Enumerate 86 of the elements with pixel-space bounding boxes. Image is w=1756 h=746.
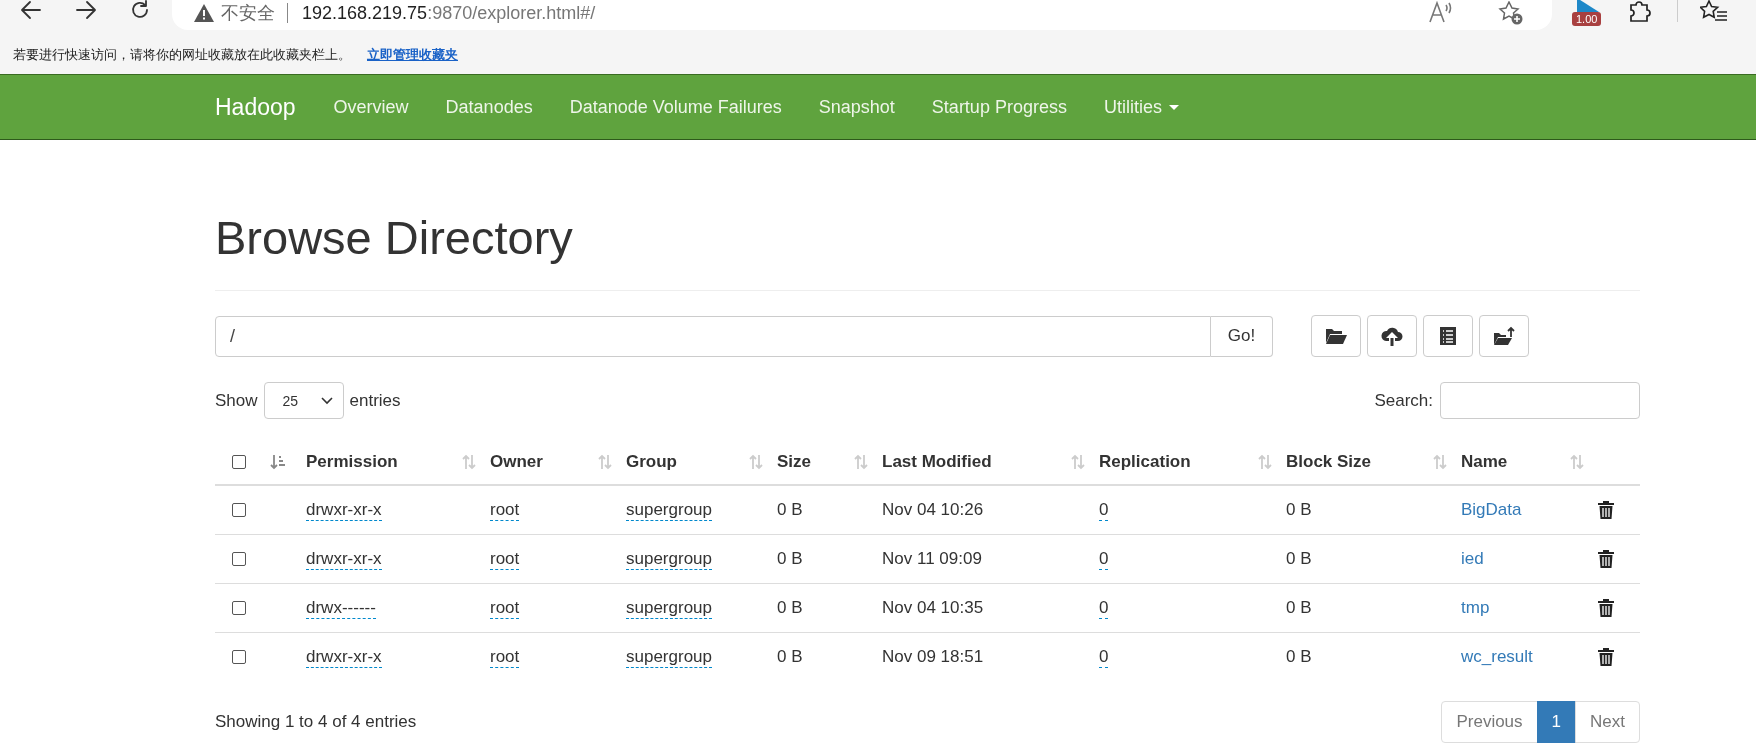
list-button[interactable] bbox=[1423, 315, 1473, 357]
search-field[interactable] bbox=[1440, 382, 1640, 419]
name-link[interactable]: ied bbox=[1461, 549, 1484, 569]
page-button[interactable]: 1 bbox=[1536, 701, 1577, 743]
go-button[interactable]: Go! bbox=[1211, 315, 1273, 357]
next-button[interactable]: Next bbox=[1575, 701, 1640, 743]
checkbox[interactable] bbox=[232, 503, 246, 517]
replication-value[interactable]: 0 bbox=[1099, 597, 1109, 619]
group-value[interactable]: supergroup bbox=[626, 597, 712, 619]
table-cell: 0 B bbox=[1286, 647, 1312, 667]
bookmarks-hint: 若要进行快速访问，请将你的网址收藏放在此收藏夹栏上。 bbox=[13, 46, 351, 64]
reload-icon[interactable] bbox=[130, 0, 150, 20]
trash-icon[interactable] bbox=[1598, 550, 1614, 568]
trash-icon[interactable] bbox=[1598, 599, 1614, 617]
extension-button[interactable]: 1.00 bbox=[1572, 0, 1602, 26]
security-label: 不安全 bbox=[221, 3, 288, 23]
extension-badge: 1.00 bbox=[1572, 12, 1602, 26]
owner-value[interactable]: root bbox=[490, 646, 520, 668]
trash-icon[interactable] bbox=[1598, 501, 1614, 519]
show-label: Show bbox=[215, 390, 258, 411]
column-header[interactable]: Block Size bbox=[1286, 451, 1372, 472]
cloud-upload-icon bbox=[1381, 326, 1403, 346]
group-value[interactable]: supergroup bbox=[626, 646, 712, 668]
replication-value[interactable]: 0 bbox=[1099, 499, 1109, 521]
url-text: 192.168.219.75:9870/explorer.html#/ bbox=[302, 2, 596, 24]
owner-value[interactable]: root bbox=[490, 548, 520, 570]
table-cell: 0 B bbox=[777, 598, 803, 618]
favorites-icon[interactable] bbox=[1700, 0, 1729, 22]
table-cell: Nov 09 18:51 bbox=[882, 647, 984, 667]
table-cell: 0 B bbox=[1286, 549, 1312, 569]
replication-value[interactable]: 0 bbox=[1099, 548, 1109, 570]
table-cell: Nov 04 10:26 bbox=[882, 500, 984, 520]
page-title: Browse Directory bbox=[215, 210, 574, 266]
checkbox[interactable] bbox=[232, 454, 246, 469]
path-field[interactable]: / bbox=[215, 315, 1211, 357]
group-value[interactable]: supergroup bbox=[626, 499, 712, 521]
warning-icon bbox=[194, 4, 214, 22]
entries-info: Showing 1 to 4 of 4 entries bbox=[215, 712, 417, 732]
checkbox[interactable] bbox=[232, 650, 246, 664]
table-cell: 0 B bbox=[777, 647, 803, 667]
name-link[interactable]: wc_result bbox=[1461, 647, 1533, 667]
permission-value[interactable]: drwx------ bbox=[306, 597, 376, 619]
table-cell: Nov 04 10:35 bbox=[882, 598, 984, 618]
name-link[interactable]: BigData bbox=[1461, 500, 1522, 520]
folder-open-icon bbox=[1325, 326, 1347, 346]
table-cell: 0 B bbox=[1286, 500, 1312, 520]
move-button[interactable] bbox=[1479, 315, 1529, 357]
column-header[interactable]: Size bbox=[777, 451, 812, 472]
puzzle-icon[interactable] bbox=[1627, 0, 1652, 22]
owner-value[interactable]: root bbox=[490, 597, 520, 619]
folder-arrow-icon bbox=[1493, 326, 1515, 346]
read-aloud-icon[interactable] bbox=[1428, 1, 1454, 23]
checkbox[interactable] bbox=[232, 552, 246, 566]
column-header[interactable]: Name bbox=[1461, 451, 1508, 472]
permission-value[interactable]: drwxr-xr-x bbox=[306, 646, 382, 668]
permission-value[interactable]: drwxr-xr-x bbox=[306, 548, 382, 570]
manage-favorites-link[interactable]: 立即管理收藏夹 bbox=[367, 46, 458, 64]
entries-label: entries bbox=[349, 390, 401, 411]
sort-ascending-icon[interactable] bbox=[270, 453, 286, 470]
trash-icon[interactable] bbox=[1598, 648, 1614, 666]
column-header[interactable]: Permission bbox=[306, 451, 398, 472]
list-icon bbox=[1437, 326, 1459, 346]
search-label: Search: bbox=[1374, 390, 1433, 411]
group-value[interactable]: supergroup bbox=[626, 548, 712, 570]
upload-button[interactable] bbox=[1367, 315, 1417, 357]
entries-select[interactable]: 25 bbox=[263, 382, 344, 419]
chevron-down-icon bbox=[320, 396, 333, 405]
permission-value[interactable]: drwxr-xr-x bbox=[306, 499, 382, 521]
star-add-icon[interactable] bbox=[1498, 1, 1524, 25]
column-header[interactable]: Replication bbox=[1099, 451, 1191, 472]
forward-icon[interactable] bbox=[75, 0, 97, 20]
checkbox[interactable] bbox=[232, 601, 246, 615]
create-folder-button[interactable] bbox=[1311, 315, 1361, 357]
table-cell: 0 B bbox=[1286, 598, 1312, 618]
previous-button[interactable]: Previous bbox=[1441, 701, 1538, 743]
address-bar[interactable]: 不安全 192.168.219.75:9870/explorer.html#/ bbox=[172, 0, 1552, 30]
table-cell: 0 B bbox=[777, 549, 803, 569]
back-icon[interactable] bbox=[20, 0, 42, 20]
column-header[interactable]: Last Modified bbox=[882, 451, 992, 472]
owner-value[interactable]: root bbox=[490, 499, 520, 521]
table-cell: 0 B bbox=[777, 500, 803, 520]
table-cell: Nov 11 09:09 bbox=[882, 549, 982, 569]
replication-value[interactable]: 0 bbox=[1099, 646, 1109, 668]
column-header[interactable]: Group bbox=[626, 451, 677, 472]
column-header[interactable]: Owner bbox=[490, 451, 543, 472]
name-link[interactable]: tmp bbox=[1461, 598, 1490, 618]
